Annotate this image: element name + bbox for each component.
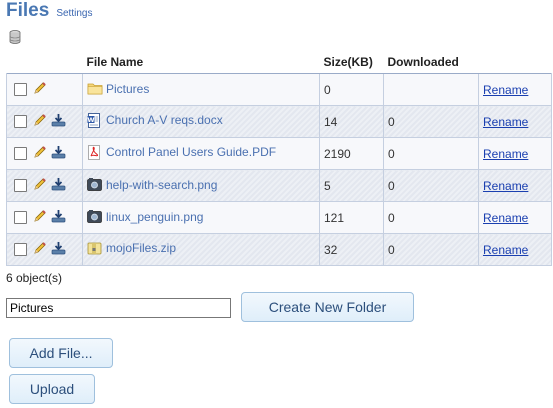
row-select-checkbox[interactable] bbox=[14, 211, 27, 224]
image-file-icon bbox=[87, 209, 102, 224]
database-icon[interactable] bbox=[9, 30, 21, 44]
download-count-cell: 0 bbox=[383, 233, 479, 266]
column-header-file-name[interactable]: File Name bbox=[82, 50, 320, 74]
column-header-actions bbox=[6, 50, 83, 74]
pencil-icon[interactable] bbox=[33, 145, 47, 162]
file-table-container: File Name Size(KB) Downloaded Pictures 0 R… bbox=[6, 50, 552, 266]
file-name[interactable]: Pictures bbox=[87, 82, 149, 96]
settings-link[interactable]: Settings bbox=[56, 8, 92, 19]
file-size-cell: 14 bbox=[319, 105, 384, 138]
file-size-cell: 5 bbox=[319, 169, 384, 202]
download-count-cell: 0 bbox=[383, 201, 479, 234]
rename-cell: Rename bbox=[478, 233, 552, 266]
file-size-cell: 2190 bbox=[319, 137, 384, 170]
file-name-cell: mojoFiles.zip bbox=[82, 233, 320, 266]
file-size-cell: 0 bbox=[319, 73, 384, 106]
rename-link[interactable]: Rename bbox=[483, 243, 528, 257]
file-size-cell: 32 bbox=[319, 233, 384, 266]
object-count: 6 object(s) bbox=[6, 271, 63, 285]
download-count-cell: 0 bbox=[383, 105, 479, 138]
table-header-row: File Name Size(KB) Downloaded bbox=[6, 50, 552, 74]
table-row[interactable]: linux_penguin.png 121 0 Rename bbox=[6, 201, 552, 234]
rename-link[interactable]: Rename bbox=[483, 83, 528, 97]
row-select-checkbox[interactable] bbox=[14, 83, 27, 96]
file-size-cell: 121 bbox=[319, 201, 384, 234]
upload-button[interactable]: Upload bbox=[9, 374, 95, 404]
rename-link[interactable]: Rename bbox=[483, 211, 528, 225]
file-name-cell: linux_penguin.png bbox=[82, 201, 320, 234]
download-icon[interactable] bbox=[51, 241, 66, 258]
row-actions-cell bbox=[6, 201, 83, 234]
download-count-cell bbox=[383, 73, 479, 106]
row-select-checkbox[interactable] bbox=[14, 115, 27, 128]
add-file-button[interactable]: Add File... bbox=[9, 338, 113, 368]
file-name[interactable]: help-with-search.png bbox=[87, 177, 217, 192]
row-actions-cell bbox=[6, 105, 83, 138]
rename-cell: Rename bbox=[478, 169, 552, 202]
new-folder-name-input[interactable] bbox=[6, 298, 231, 318]
row-actions-cell bbox=[6, 169, 83, 202]
file-link[interactable]: Control Panel Users Guide.PDF bbox=[106, 145, 276, 159]
zip-archive-icon bbox=[87, 241, 102, 255]
folder-link[interactable]: Pictures bbox=[106, 82, 149, 96]
table-row[interactable]: W Church A-V reqs.docx 14 0 Rename bbox=[6, 105, 552, 138]
column-header-size[interactable]: Size(KB) bbox=[319, 50, 384, 74]
file-name[interactable]: linux_penguin.png bbox=[87, 209, 203, 224]
rename-link[interactable]: Rename bbox=[483, 179, 528, 193]
file-name-cell: Pictures bbox=[82, 73, 320, 106]
download-icon[interactable] bbox=[51, 113, 66, 130]
rename-cell: Rename bbox=[478, 105, 552, 138]
file-name[interactable]: W Church A-V reqs.docx bbox=[87, 112, 223, 128]
file-link[interactable]: help-with-search.png bbox=[106, 178, 217, 192]
row-actions-cell bbox=[6, 137, 83, 170]
word-document-icon: W bbox=[87, 112, 101, 128]
file-name-cell: W Church A-V reqs.docx bbox=[82, 105, 320, 138]
file-name-cell: Control Panel Users Guide.PDF bbox=[82, 137, 320, 170]
pencil-icon[interactable] bbox=[33, 177, 47, 194]
column-header-downloaded[interactable]: Downloaded bbox=[383, 50, 479, 74]
file-table: File Name Size(KB) Downloaded Pictures 0 R… bbox=[6, 50, 552, 266]
download-icon[interactable] bbox=[51, 145, 66, 162]
row-actions-cell bbox=[6, 73, 83, 106]
page-title: Files bbox=[6, 0, 50, 21]
file-name[interactable]: mojoFiles.zip bbox=[87, 241, 176, 255]
pencil-icon[interactable] bbox=[33, 241, 47, 258]
row-select-checkbox[interactable] bbox=[14, 179, 27, 192]
rename-cell: Rename bbox=[478, 137, 552, 170]
page-header: Files Settings bbox=[6, 0, 92, 24]
file-name-cell: help-with-search.png bbox=[82, 169, 320, 202]
pencil-icon[interactable] bbox=[33, 113, 47, 130]
file-link[interactable]: linux_penguin.png bbox=[106, 210, 203, 224]
file-link[interactable]: Church A-V reqs.docx bbox=[106, 113, 223, 127]
row-actions-cell bbox=[6, 233, 83, 266]
rename-link[interactable]: Rename bbox=[483, 147, 528, 161]
pdf-icon bbox=[87, 144, 101, 160]
rename-cell: Rename bbox=[478, 73, 552, 106]
rename-link[interactable]: Rename bbox=[483, 115, 528, 129]
file-link[interactable]: mojoFiles.zip bbox=[106, 241, 176, 255]
row-select-checkbox[interactable] bbox=[14, 243, 27, 256]
rename-cell: Rename bbox=[478, 201, 552, 234]
download-count-cell: 0 bbox=[383, 169, 479, 202]
download-count-cell: 0 bbox=[383, 137, 479, 170]
download-icon[interactable] bbox=[51, 209, 66, 226]
column-header-rename bbox=[478, 50, 552, 74]
svg-text:W: W bbox=[87, 115, 94, 123]
table-row[interactable]: Pictures 0 Rename bbox=[6, 73, 552, 106]
table-row[interactable]: mojoFiles.zip 32 0 Rename bbox=[6, 233, 552, 266]
image-file-icon bbox=[87, 177, 102, 192]
row-select-checkbox[interactable] bbox=[14, 147, 27, 160]
create-new-folder-button[interactable]: Create New Folder bbox=[241, 292, 414, 322]
download-icon[interactable] bbox=[51, 177, 66, 194]
file-name[interactable]: Control Panel Users Guide.PDF bbox=[87, 144, 276, 160]
pencil-icon[interactable] bbox=[33, 81, 47, 98]
table-row[interactable]: help-with-search.png 5 0 Rename bbox=[6, 169, 552, 202]
table-row[interactable]: Control Panel Users Guide.PDF 2190 0 Rename bbox=[6, 137, 552, 170]
pencil-icon[interactable] bbox=[33, 209, 47, 226]
folder-icon bbox=[87, 82, 103, 96]
